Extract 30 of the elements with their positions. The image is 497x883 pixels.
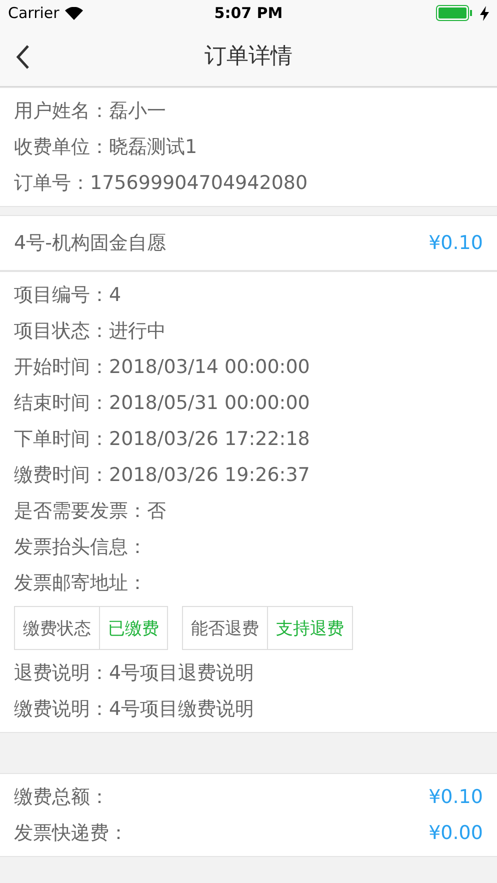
detail-line: 下单时间：2018/03/26 17:22:18 xyxy=(14,427,311,452)
battery-icon xyxy=(436,5,474,21)
item-price: ¥0.10 xyxy=(428,232,483,254)
info-line: 收费单位：晓磊测试1 xyxy=(14,135,198,160)
carrier-name: Carrier xyxy=(8,4,60,22)
tag-label: 缴费状态 xyxy=(22,618,92,640)
detail-line: 是否需要发票：否 xyxy=(14,499,167,524)
note-line: 退费说明：4号项目退费说明 xyxy=(14,661,256,686)
charging-icon xyxy=(480,6,489,20)
page-title: 订单详情 xyxy=(204,43,292,71)
detail-line: 发票抬头信息： xyxy=(14,535,148,560)
detail-line: 开始时间：2018/03/14 00:00:00 xyxy=(14,355,311,380)
tag-label: 能否退费 xyxy=(190,618,260,640)
total-value: ¥0.00 xyxy=(428,822,483,844)
wifi-icon xyxy=(65,6,84,20)
detail-line: 结束时间：2018/05/31 00:00:00 xyxy=(14,391,311,416)
total-value: ¥0.10 xyxy=(428,786,483,808)
detail-line: 项目编号：4 xyxy=(14,283,122,308)
total-label: 发票快递费： xyxy=(14,821,128,846)
tag-value: 支持退费 xyxy=(267,607,352,649)
detail-line: 发票邮寄地址： xyxy=(14,571,148,596)
note-line: 缴费说明：4号项目缴费说明 xyxy=(14,697,256,722)
detail-line: 项目状态：进行中 xyxy=(14,319,167,344)
info-line: 订单号：175699904704942080 xyxy=(14,171,309,196)
detail-line: 缴费时间：2018/03/26 19:26:37 xyxy=(14,463,311,488)
status-time: 5:07 PM xyxy=(214,4,283,22)
info-line: 用户姓名：磊小一 xyxy=(14,99,167,124)
total-label: 缴费总额： xyxy=(14,785,109,810)
tag-value: 已缴费 xyxy=(99,607,167,649)
item-name: 4号-机构固金自愿 xyxy=(14,231,166,256)
